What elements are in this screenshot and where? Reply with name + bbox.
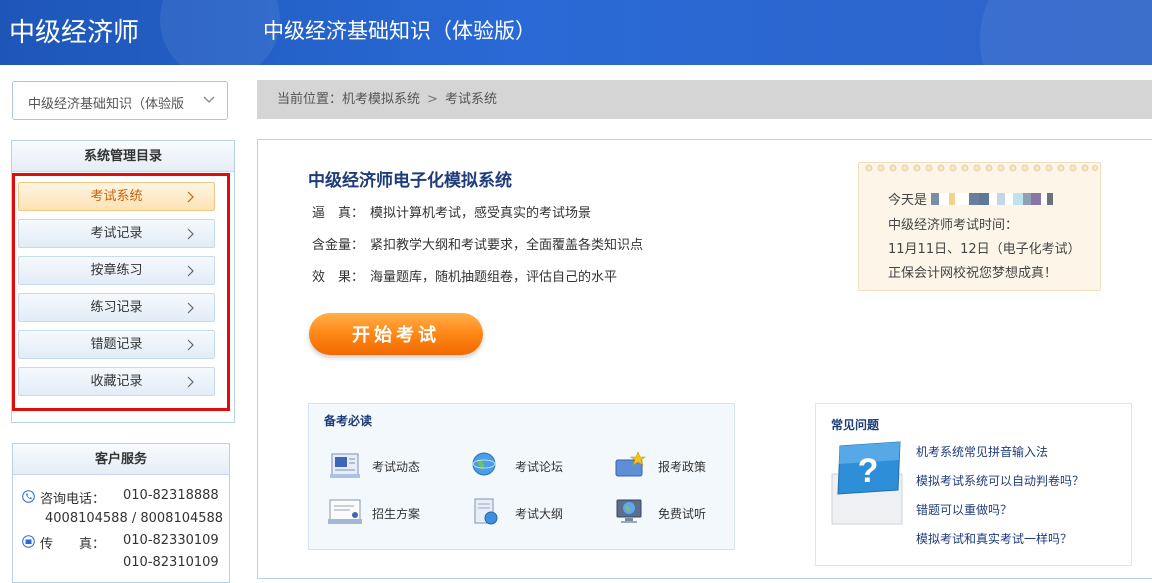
notice-wishes: 正保会计网校祝您梦想成真！ xyxy=(888,266,1058,281)
redacted-date xyxy=(931,193,1054,208)
study-item-label: 免费试听 xyxy=(658,507,707,521)
breadcrumb: 当前位置：机考模拟系统 > 考试系统 xyxy=(257,80,1152,119)
faq-title: 常见问题 xyxy=(831,418,880,432)
faq-link-auto-grading[interactable]: 模拟考试系统可以自动判卷吗？ xyxy=(916,472,1084,489)
monitor-globe-icon xyxy=(616,499,642,523)
feature-coverage: 含金量： 紧扣教学大纲和考试要求，全面覆盖各类知识点 xyxy=(312,234,643,253)
study-item-forum[interactable]: 考试论坛 xyxy=(471,450,581,482)
study-item-label: 招生方案 xyxy=(372,507,421,521)
fax-label: 传 真： xyxy=(40,537,106,552)
svg-text:?: ? xyxy=(858,452,879,490)
phone-icon xyxy=(22,490,35,503)
phone-label: 咨询电话： xyxy=(40,492,106,507)
notice-today-label: 今天是 xyxy=(888,193,928,208)
breadcrumb-separator: > xyxy=(427,92,438,107)
feature-text: 模拟计算机考试，感受真实的考试场景 xyxy=(370,206,592,221)
study-item-label: 报考政策 xyxy=(658,460,707,474)
globe-icon xyxy=(472,452,496,476)
feature-text: 海量题库，随机抽题组卷，评估自己的水平 xyxy=(370,270,618,285)
header-decoration xyxy=(980,0,1152,65)
subject-select-value: 中级经济基础知识（体验版 xyxy=(28,97,185,112)
faq-link-redo-wrong[interactable]: 错题可以重做吗？ xyxy=(916,501,1012,518)
binder-rings-decoration xyxy=(865,164,1098,172)
subject-select[interactable]: 中级经济基础知识（体验版 xyxy=(12,81,228,120)
exam-date-notice: 今天是 中级经济师考试时间： 11月11日、12日（电子化考试） 正保会计网校祝… xyxy=(858,162,1101,291)
feature-text: 紧扣教学大纲和考试要求，全面覆盖各类知识点 xyxy=(370,238,644,253)
study-guide-title: 备考必读 xyxy=(324,414,373,428)
faq-link-pinyin[interactable]: 机考系统常见拼音输入法 xyxy=(916,443,1048,460)
phone-number: 010-82318888 xyxy=(123,488,219,503)
feature-effect: 效 果： 海量题库，随机抽题组卷，评估自己的水平 xyxy=(312,266,617,285)
study-item-enrollment[interactable]: 招生方案 xyxy=(328,497,438,529)
feature-key: 逼 真： xyxy=(312,206,365,221)
feature-key: 含金量： xyxy=(312,238,365,253)
sidebar-title: 系统管理目录 xyxy=(12,141,234,172)
fax-number: 010-82330109 xyxy=(123,533,219,548)
brand-logo-text: 中级经济师 xyxy=(9,18,140,48)
document-globe-icon xyxy=(474,498,498,525)
study-item-exam-news[interactable]: 考试动态 xyxy=(328,450,438,482)
breadcrumb-prefix: 当前位置： xyxy=(277,92,343,107)
course-title: 中级经济基础知识（体验版） xyxy=(263,19,536,43)
study-item-label: 考试论坛 xyxy=(515,460,564,474)
start-exam-button[interactable]: 开始考试 xyxy=(309,313,483,355)
study-item-free-trial[interactable]: 免费试听 xyxy=(614,497,724,529)
notice-today: 今天是 xyxy=(888,189,1054,208)
faq-link-same-as-real[interactable]: 模拟考试和真实考试一样吗？ xyxy=(916,530,1072,547)
certificate-icon xyxy=(328,499,362,524)
chevron-down-icon xyxy=(203,96,215,103)
notice-exam-dates: 11月11日、12日（电子化考试） xyxy=(888,242,1081,257)
header-decoration xyxy=(160,0,280,65)
study-item-syllabus[interactable]: 考试大纲 xyxy=(471,497,581,529)
notice-exam-time-label: 中级经济师考试时间： xyxy=(888,218,1019,233)
system-title: 中级经济师电子化模拟系统 xyxy=(308,171,512,191)
star-folder-icon xyxy=(615,451,646,477)
fax-icon xyxy=(22,535,35,548)
feature-key: 效 果： xyxy=(312,270,365,285)
feature-realistic: 逼 真： 模拟计算机考试，感受真实的考试场景 xyxy=(312,202,591,221)
study-item-policy[interactable]: 报考政策 xyxy=(614,450,724,482)
highlight-annotation-frame xyxy=(12,173,230,411)
breadcrumb-link-mock-exam[interactable]: 机考模拟系统 xyxy=(342,92,420,107)
newsletter-icon xyxy=(330,453,360,478)
study-item-label: 考试动态 xyxy=(372,460,421,474)
top-header: 中级经济师 中级经济基础知识（体验版） xyxy=(0,0,1152,65)
study-item-label: 考试大纲 xyxy=(515,507,564,521)
question-mark-icon: ? xyxy=(831,441,903,525)
hotline-numbers: 4008104588 / 8008104588 xyxy=(45,511,224,526)
breadcrumb-current: 考试系统 xyxy=(444,92,497,107)
customer-service-title: 客户服务 xyxy=(13,444,229,475)
start-exam-label: 开始考试 xyxy=(352,325,440,346)
